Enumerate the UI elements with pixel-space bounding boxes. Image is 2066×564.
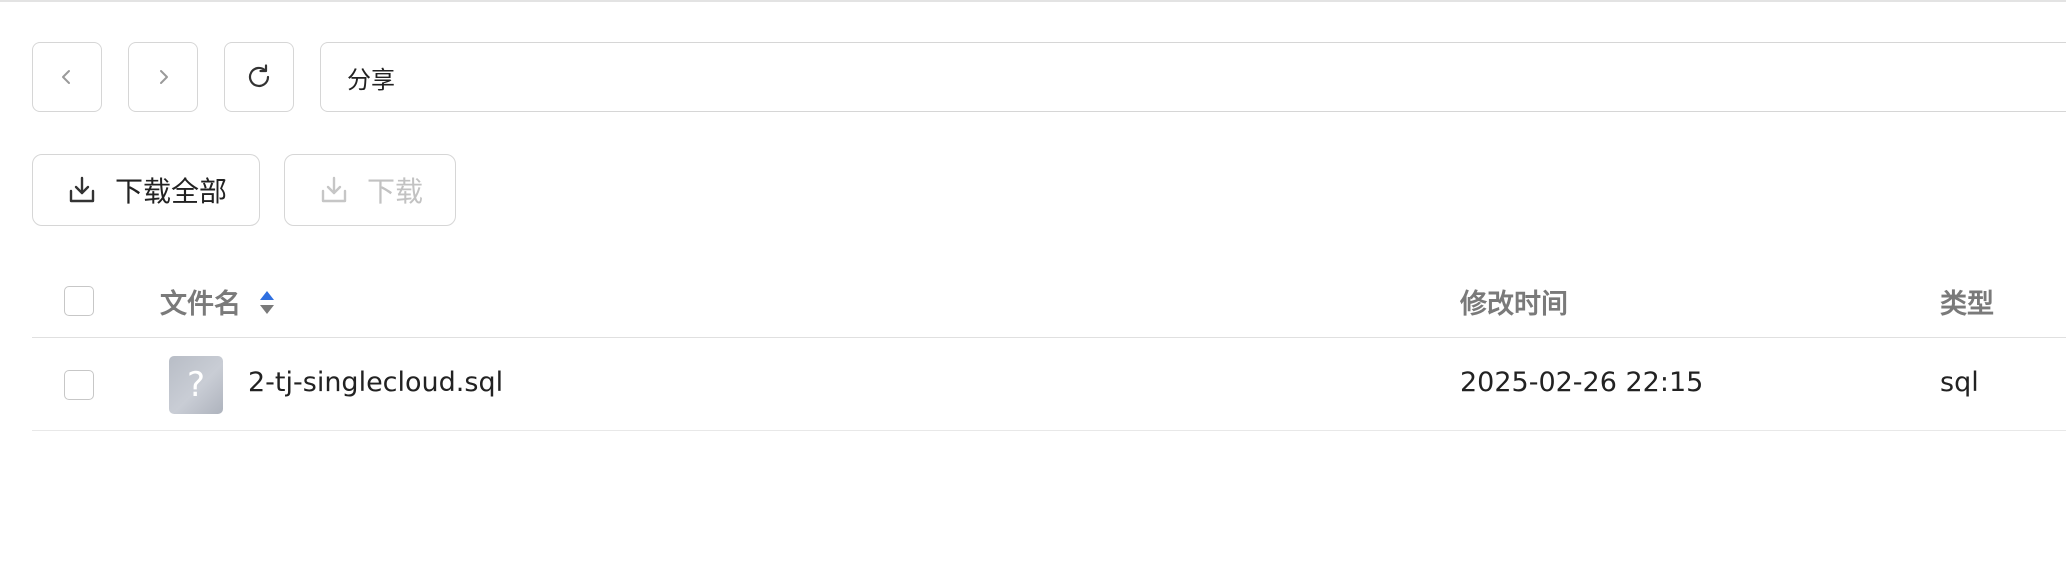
chevron-left-icon (62, 70, 70, 84)
back-button[interactable] (32, 42, 102, 112)
path-text: 分享 (347, 65, 395, 94)
file-type: sql (1940, 367, 1979, 398)
download-icon (69, 176, 95, 203)
download-label: 下载 (367, 175, 424, 208)
file-modified-time: 2025-02-26 22:15 (1460, 367, 1704, 398)
forward-button[interactable] (128, 42, 198, 112)
download-all-button[interactable]: 下载全部 (32, 154, 260, 226)
select-all-checkbox[interactable] (64, 286, 94, 316)
table-row[interactable]: ? 2-tj-singlecloud.sql 2025-02-26 22:15 … (32, 338, 2066, 431)
column-header-name[interactable]: 文件名 (160, 282, 241, 321)
top-divider (0, 0, 2066, 2)
download-icon (321, 176, 347, 203)
path-bar[interactable]: 分享 (320, 42, 2066, 112)
refresh-button[interactable] (224, 42, 294, 112)
unknown-file-icon: ? (169, 356, 223, 414)
sort-icon[interactable] (258, 288, 276, 318)
chevron-right-icon (160, 70, 168, 84)
refresh-icon (248, 64, 270, 87)
file-icon-glyph: ? (186, 365, 206, 405)
download-button[interactable]: 下载 (284, 154, 456, 226)
file-name[interactable]: 2-tj-singlecloud.sql (248, 367, 503, 398)
table-header: 文件名 修改时间 类型 (32, 268, 2066, 338)
download-all-label: 下载全部 (115, 175, 228, 208)
column-header-modified[interactable]: 修改时间 (1460, 282, 1568, 321)
row-checkbox[interactable] (64, 370, 94, 400)
column-header-type[interactable]: 类型 (1940, 282, 1994, 321)
